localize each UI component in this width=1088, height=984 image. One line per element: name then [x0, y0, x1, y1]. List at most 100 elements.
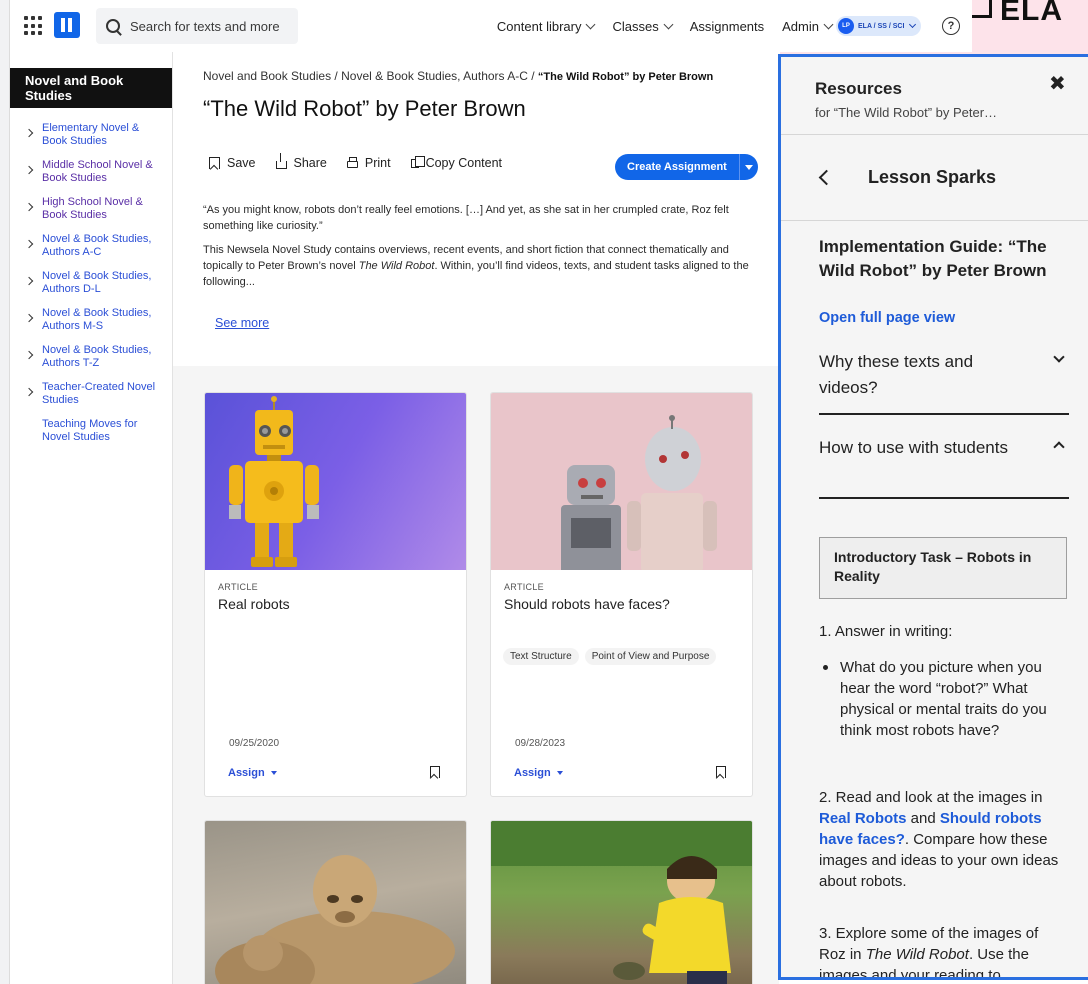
caret-down-icon	[556, 771, 563, 775]
printer-icon	[346, 157, 358, 168]
real-robots-link[interactable]: Real Robots	[819, 810, 907, 827]
yellow-robot-image	[229, 396, 319, 567]
chevron-up-icon	[1053, 441, 1065, 453]
close-icon[interactable]: ✖	[1049, 71, 1066, 96]
accordion-label: How to use with students	[819, 438, 1008, 457]
window-edge	[0, 0, 10, 984]
sidebar-item-middle-school[interactable]: Middle School Novel & Book Studies	[10, 159, 172, 185]
step-2-part: 2. Read and look at the images in	[819, 789, 1043, 806]
card-title[interactable]: Real robots	[218, 596, 466, 612]
chevron-down-icon	[1053, 351, 1065, 363]
see-more-link[interactable]: See more	[215, 316, 269, 330]
sidebar-item-label: High School Novel & Book Studies	[42, 196, 143, 221]
caret-down-icon	[270, 771, 277, 775]
collection-header: Novel and Book Studies / Novel & Book St…	[173, 52, 779, 366]
open-full-page-link[interactable]: Open full page view	[819, 310, 955, 326]
chevron-down-icon	[663, 19, 674, 29]
breadcrumb-link[interactable]: Novel & Book Studies, Authors A-C	[341, 69, 528, 83]
chevron-right-icon	[24, 159, 42, 185]
sidebar-item-teaching-moves[interactable]: Teaching Moves for Novel Studies	[10, 418, 172, 444]
sidebar-title: Novel and Book Studies	[10, 68, 172, 108]
assign-button[interactable]: Assign	[228, 767, 277, 779]
accordion-how-to-use[interactable]: How to use with students	[819, 431, 1069, 499]
article-card-robot-faces[interactable]: ARTICLE Should robots have faces? Text S…	[490, 392, 753, 797]
nav-content-library-label: Content library	[496, 18, 582, 34]
nav-assignments-label: Assignments	[689, 18, 765, 34]
card-date: 09/28/2023	[515, 738, 566, 749]
article-card-lions[interactable]	[204, 820, 467, 984]
avatar: LP	[838, 18, 854, 34]
search-input[interactable]	[130, 18, 290, 34]
sidebar-item-label: Novel & Book Studies, Authors T-Z	[42, 344, 152, 369]
assign-label: Assign	[228, 767, 265, 779]
bookmark-icon	[209, 157, 220, 169]
sidebar-item-elementary[interactable]: Elementary Novel & Book Studies	[10, 122, 172, 148]
tag-text-structure[interactable]: Text Structure	[503, 648, 579, 665]
nav-admin[interactable]: Admin	[782, 19, 834, 34]
assign-button[interactable]: Assign	[514, 767, 563, 779]
breadcrumb-current: “The Wild Robot” by Peter Brown	[537, 71, 714, 83]
panel-subtitle: for “The Wild Robot” by Peter…	[815, 105, 998, 120]
save-button[interactable]: Save	[209, 156, 256, 170]
sidebar-item-label: Teaching Moves for Novel Studies	[42, 418, 138, 443]
card-date: 09/25/2020	[229, 738, 280, 749]
sidebar-item-authors-d-l[interactable]: Novel & Book Studies, Authors D-L	[10, 270, 172, 296]
assign-label: Assign	[514, 767, 551, 779]
tag-point-of-view[interactable]: Point of View and Purpose	[584, 648, 717, 665]
chevron-down-icon	[823, 19, 834, 29]
description-quote: “As you might know, robots don’t really …	[203, 204, 729, 232]
sidebar-item-authors-t-z[interactable]: Novel & Book Studies, Authors T-Z	[10, 344, 172, 370]
print-label: Print	[364, 156, 391, 170]
breadcrumb: Novel and Book Studies / Novel & Book St…	[203, 69, 713, 83]
main-content: Novel and Book Studies / Novel & Book St…	[173, 52, 779, 984]
create-assignment-button[interactable]: Create Assignment	[615, 154, 758, 180]
step-2-part: and	[906, 810, 940, 827]
nav-assignments[interactable]: Assignments	[690, 19, 764, 34]
accordion-why-these-texts[interactable]: Why these texts and videos?	[819, 345, 1069, 415]
caret-down-icon	[744, 164, 753, 170]
apps-grid-icon[interactable]	[24, 16, 44, 36]
create-assignment-dropdown[interactable]	[740, 154, 758, 180]
nav-classes-label: Classes	[612, 18, 659, 34]
panel-header: Resources for “The Wild Robot” by Peter……	[781, 57, 1088, 135]
chevron-right-icon	[24, 233, 42, 259]
copy-label: Copy Content	[425, 156, 502, 170]
breadcrumb-separator: /	[331, 69, 342, 83]
save-label: Save	[227, 156, 256, 170]
newsela-logo-icon[interactable]	[54, 12, 80, 38]
card-title[interactable]: Should robots have faces?	[504, 596, 752, 612]
chevron-right-icon	[24, 307, 42, 333]
collection-description: “As you might know, robots don’t really …	[203, 202, 749, 298]
nav-classes[interactable]: Classes	[612, 18, 674, 34]
share-icon	[275, 153, 287, 169]
book-title: The Wild Robot	[358, 260, 435, 272]
nav-content-library[interactable]: Content library	[496, 18, 596, 34]
nav-menu: Content library Classes Assignments Admi…	[496, 0, 834, 52]
chevron-left-icon[interactable]	[818, 169, 835, 186]
app-window: Content library Classes Assignments Admi…	[0, 0, 1088, 984]
chevron-right-icon	[24, 344, 42, 370]
sidebar-item-authors-a-c[interactable]: Novel & Book Studies, Authors A-C	[10, 233, 172, 259]
create-assignment-label[interactable]: Create Assignment	[615, 154, 740, 180]
article-card-real-robots[interactable]: ARTICLE Real robots 09/25/2020 Assign	[204, 392, 467, 797]
card-type: ARTICLE	[218, 582, 258, 592]
breadcrumb-link[interactable]: Novel and Book Studies	[203, 69, 331, 83]
sidebar-item-high-school[interactable]: High School Novel & Book Studies	[10, 196, 172, 222]
step-1-text: 1. Answer in writing:	[819, 623, 953, 640]
bookmark-icon[interactable]	[716, 766, 726, 778]
action-bar: Save Share Print Copy Content	[209, 153, 502, 170]
sidebar-item-teacher-created[interactable]: Teacher-Created Novel Studies	[10, 381, 172, 407]
card-thumbnail	[491, 821, 752, 984]
sidebar-item-label: Novel & Book Studies, Authors M-S	[42, 307, 152, 332]
article-card-child-nature[interactable]	[490, 820, 753, 984]
share-button[interactable]: Share	[275, 153, 327, 170]
user-menu[interactable]: LP ELA / SS / SCI	[836, 16, 922, 36]
help-icon[interactable]: ?	[942, 17, 960, 35]
sidebar-item-authors-m-s[interactable]: Novel & Book Studies, Authors M-S	[10, 307, 172, 333]
search-box[interactable]	[96, 8, 298, 44]
copy-content-button[interactable]: Copy Content	[410, 155, 502, 170]
resources-panel: Resources for “The Wild Robot” by Peter……	[778, 54, 1088, 980]
print-button[interactable]: Print	[346, 156, 391, 170]
sidebar: Novel and Book Studies Elementary Novel …	[10, 52, 173, 984]
bookmark-icon[interactable]	[430, 766, 440, 778]
